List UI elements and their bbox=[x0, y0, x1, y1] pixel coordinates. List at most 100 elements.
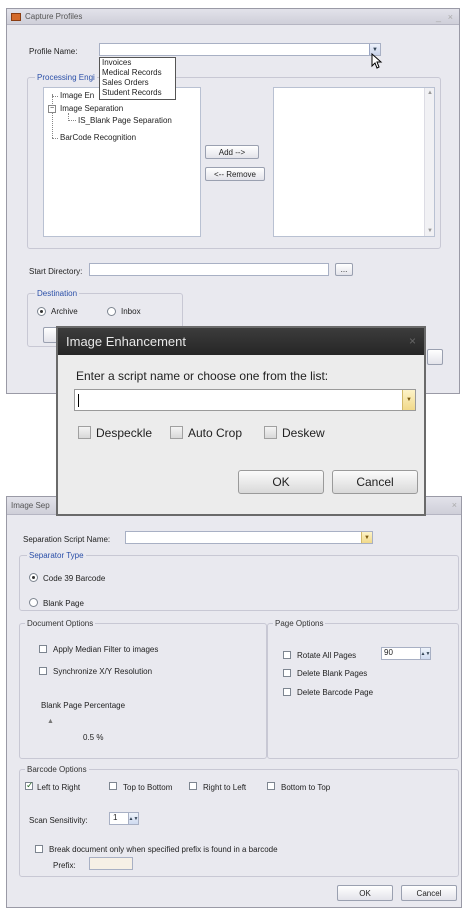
deskew-label: Deskew bbox=[282, 426, 325, 440]
list-scrollbar[interactable]: ▲ ▼ bbox=[424, 88, 434, 236]
break-prefix-checkbox[interactable] bbox=[35, 845, 43, 853]
delete-blank-checkbox[interactable] bbox=[283, 669, 291, 677]
image-enhancement-body: Enter a script name or choose one from t… bbox=[58, 355, 424, 514]
percentage-slider-thumb-icon[interactable]: ▲ bbox=[47, 718, 54, 725]
document-options-label: Document Options bbox=[25, 619, 96, 628]
tree-item-image-enhancement[interactable]: Image En bbox=[60, 91, 94, 100]
document-options-group bbox=[19, 623, 267, 759]
profile-name-label: Profile Name: bbox=[29, 47, 78, 56]
autocrop-label: Auto Crop bbox=[188, 426, 243, 440]
despeckle-label: Despeckle bbox=[96, 426, 153, 440]
image-separation-window: Image Sep × Separation Script Name: ▼ Se… bbox=[6, 496, 462, 908]
minimize-icon[interactable]: _ bbox=[436, 12, 441, 22]
rotate-value-spinner[interactable]: 90 ▲▼ bbox=[381, 647, 431, 660]
app-icon bbox=[11, 12, 21, 21]
enhancement-ok-button[interactable]: OK bbox=[238, 470, 324, 494]
tree-collapse-icon[interactable]: − bbox=[48, 105, 56, 113]
median-filter-label: Apply Median Filter to images bbox=[53, 645, 159, 654]
window-title: Capture Profiles bbox=[25, 12, 83, 21]
processing-engines-label: Processing Engi bbox=[35, 73, 97, 82]
chevron-down-icon[interactable]: ▼ bbox=[402, 390, 415, 410]
profile-option-student-records[interactable]: Student Records bbox=[100, 88, 175, 98]
script-prompt-label: Enter a script name or choose one from t… bbox=[76, 369, 329, 383]
code39-label: Code 39 Barcode bbox=[43, 574, 106, 583]
capture-profiles-titlebar: Capture Profiles _ × bbox=[7, 9, 459, 25]
enhancement-cancel-button[interactable]: Cancel bbox=[332, 470, 418, 494]
rotate-value: 90 bbox=[384, 648, 393, 657]
delete-blank-label: Delete Blank Pages bbox=[297, 669, 368, 678]
despeckle-checkbox[interactable] bbox=[78, 426, 91, 439]
spinner-arrows-icon[interactable]: ▲▼ bbox=[128, 813, 138, 824]
blank-page-radio[interactable] bbox=[29, 598, 38, 607]
separation-script-combo[interactable]: ▼ bbox=[125, 531, 373, 544]
tree-connector bbox=[52, 138, 58, 139]
median-filter-checkbox[interactable] bbox=[39, 645, 47, 653]
image-enhancement-titlebar: Image Enhancement × bbox=[58, 328, 424, 355]
inbox-radio[interactable] bbox=[107, 307, 116, 316]
break-prefix-label: Break document only when specified prefi… bbox=[49, 845, 278, 854]
mouse-cursor-icon bbox=[371, 53, 383, 69]
close-icon[interactable]: × bbox=[452, 500, 457, 510]
deskew-checkbox[interactable] bbox=[264, 426, 277, 439]
scroll-up-icon[interactable]: ▲ bbox=[427, 90, 433, 96]
top-to-bottom-label: Top to Bottom bbox=[123, 783, 173, 792]
right-to-left-checkbox[interactable] bbox=[189, 782, 197, 790]
selected-engines-list[interactable]: ▲ ▼ bbox=[273, 87, 435, 237]
tree-connector bbox=[68, 120, 76, 121]
prefix-input[interactable] bbox=[89, 857, 133, 870]
separator-type-group bbox=[19, 555, 459, 611]
close-icon[interactable]: × bbox=[448, 12, 453, 22]
hidden-button-right[interactable] bbox=[427, 349, 443, 365]
top-to-bottom-checkbox[interactable] bbox=[109, 782, 117, 790]
separator-type-label: Separator Type bbox=[27, 551, 86, 560]
destination-label: Destination bbox=[35, 289, 80, 298]
remove-button[interactable]: <-- Remove bbox=[205, 167, 265, 181]
start-directory-input[interactable] bbox=[89, 263, 329, 276]
text-caret bbox=[78, 394, 79, 407]
rotate-pages-checkbox[interactable] bbox=[283, 651, 291, 659]
separation-script-label: Separation Script Name: bbox=[23, 535, 111, 544]
blank-page-percentage-value: 0.5 % bbox=[83, 733, 104, 742]
engines-tree[interactable]: Image En − Image Separation IS_Blank Pag… bbox=[43, 87, 201, 237]
start-directory-label: Start Directory: bbox=[29, 267, 83, 276]
scroll-down-icon[interactable]: ▼ bbox=[427, 228, 433, 234]
dialog-title: Image Enhancement bbox=[66, 334, 186, 349]
inbox-label: Inbox bbox=[121, 307, 141, 316]
code39-radio[interactable] bbox=[29, 573, 38, 582]
delete-barcode-label: Delete Barcode Page bbox=[297, 688, 374, 697]
close-icon[interactable]: × bbox=[409, 334, 416, 348]
archive-radio[interactable] bbox=[37, 307, 46, 316]
add-button[interactable]: Add --> bbox=[205, 145, 259, 159]
left-to-right-checkbox[interactable] bbox=[25, 780, 34, 791]
sync-resolution-label: Synchronize X/Y Resolution bbox=[53, 667, 153, 676]
tree-item-is-blank-page[interactable]: IS_Blank Page Separation bbox=[78, 116, 172, 125]
chevron-down-icon[interactable]: ▼ bbox=[361, 532, 372, 543]
rotate-pages-label: Rotate All Pages bbox=[297, 651, 357, 660]
profile-option-sales-orders[interactable]: Sales Orders bbox=[100, 78, 175, 88]
right-to-left-label: Right to Left bbox=[203, 783, 247, 792]
separation-ok-button[interactable]: OK bbox=[337, 885, 393, 901]
scan-sensitivity-value: 1 bbox=[113, 813, 118, 822]
prefix-label: Prefix: bbox=[53, 861, 76, 870]
spinner-arrows-icon[interactable]: ▲▼ bbox=[420, 648, 430, 659]
scan-sensitivity-spinner[interactable]: 1 ▲▼ bbox=[109, 812, 139, 825]
enhancement-script-combo[interactable]: ▼ bbox=[74, 389, 416, 411]
tree-connector bbox=[52, 96, 58, 97]
bottom-to-top-label: Bottom to Top bbox=[281, 783, 331, 792]
profile-dropdown-list[interactable]: Invoices Medical Records Sales Orders St… bbox=[99, 57, 176, 100]
image-enhancement-dialog: Image Enhancement × Enter a script name … bbox=[56, 326, 426, 516]
separation-cancel-button[interactable]: Cancel bbox=[401, 885, 457, 901]
blank-page-label: Blank Page bbox=[43, 599, 84, 608]
barcode-options-label: Barcode Options bbox=[25, 765, 89, 774]
profile-option-medical-records[interactable]: Medical Records bbox=[100, 68, 175, 78]
autocrop-checkbox[interactable] bbox=[170, 426, 183, 439]
browse-button[interactable]: ... bbox=[335, 263, 353, 276]
profile-option-invoices[interactable]: Invoices bbox=[100, 58, 175, 68]
bottom-to-top-checkbox[interactable] bbox=[267, 782, 275, 790]
sync-resolution-checkbox[interactable] bbox=[39, 667, 47, 675]
tree-item-barcode-recognition[interactable]: BarCode Recognition bbox=[60, 133, 136, 142]
tree-item-image-separation[interactable]: Image Separation bbox=[60, 104, 123, 113]
blank-page-percentage-label: Blank Page Percentage bbox=[41, 701, 126, 710]
profile-name-combo[interactable]: ▼ bbox=[99, 43, 381, 56]
delete-barcode-checkbox[interactable] bbox=[283, 688, 291, 696]
